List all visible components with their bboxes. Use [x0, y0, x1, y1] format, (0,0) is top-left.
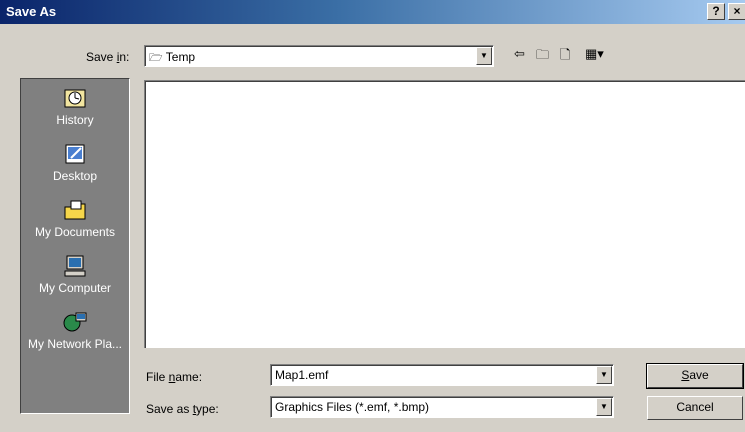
save-in-dropdown[interactable]: 🗁 Temp ▼: [144, 45, 494, 67]
close-button[interactable]: ×: [728, 3, 745, 20]
help-button[interactable]: ?: [707, 3, 725, 20]
chevron-down-icon[interactable]: ▼: [476, 47, 492, 65]
places-bar: History Desktop My Documents My Computer…: [20, 78, 130, 414]
my-computer-icon: [62, 255, 88, 279]
save-as-type-label: Save as type:: [146, 402, 219, 416]
place-my-documents[interactable]: My Documents: [21, 199, 129, 239]
cancel-button[interactable]: Cancel: [647, 396, 743, 420]
file-name-field[interactable]: Map1.emf ▼: [270, 364, 614, 386]
place-my-computer[interactable]: My Computer: [21, 255, 129, 295]
file-name-label: File name:: [146, 370, 203, 384]
place-desktop[interactable]: Desktop: [21, 143, 129, 183]
window-title: Save As: [6, 4, 57, 19]
save-as-type-dropdown[interactable]: Graphics Files (*.emf, *.bmp) ▼: [270, 396, 614, 418]
title-bar: Save As ? ×: [0, 0, 745, 24]
my-network-places-icon: [62, 311, 88, 335]
views-menu-icon[interactable]: ▦▾: [585, 46, 604, 62]
save-button[interactable]: Save: [646, 363, 744, 389]
save-in-value: 🗁 Temp: [149, 50, 196, 64]
history-icon: [62, 87, 88, 111]
file-list[interactable]: [144, 80, 745, 348]
back-icon[interactable]: ⇦: [514, 46, 525, 62]
chevron-down-icon[interactable]: ▼: [596, 398, 612, 416]
up-folder-icon[interactable]: 🗀: [536, 46, 549, 68]
place-history[interactable]: History: [21, 87, 129, 127]
folder-icon: 🗁: [149, 52, 163, 64]
my-documents-icon: [62, 199, 88, 223]
place-my-network-places[interactable]: My Network Pla...: [21, 311, 129, 351]
save-in-label: Save in:: [86, 50, 130, 64]
chevron-down-icon[interactable]: ▼: [596, 366, 612, 384]
desktop-icon: [62, 143, 88, 167]
new-folder-icon[interactable]: 🗋: [560, 46, 570, 68]
